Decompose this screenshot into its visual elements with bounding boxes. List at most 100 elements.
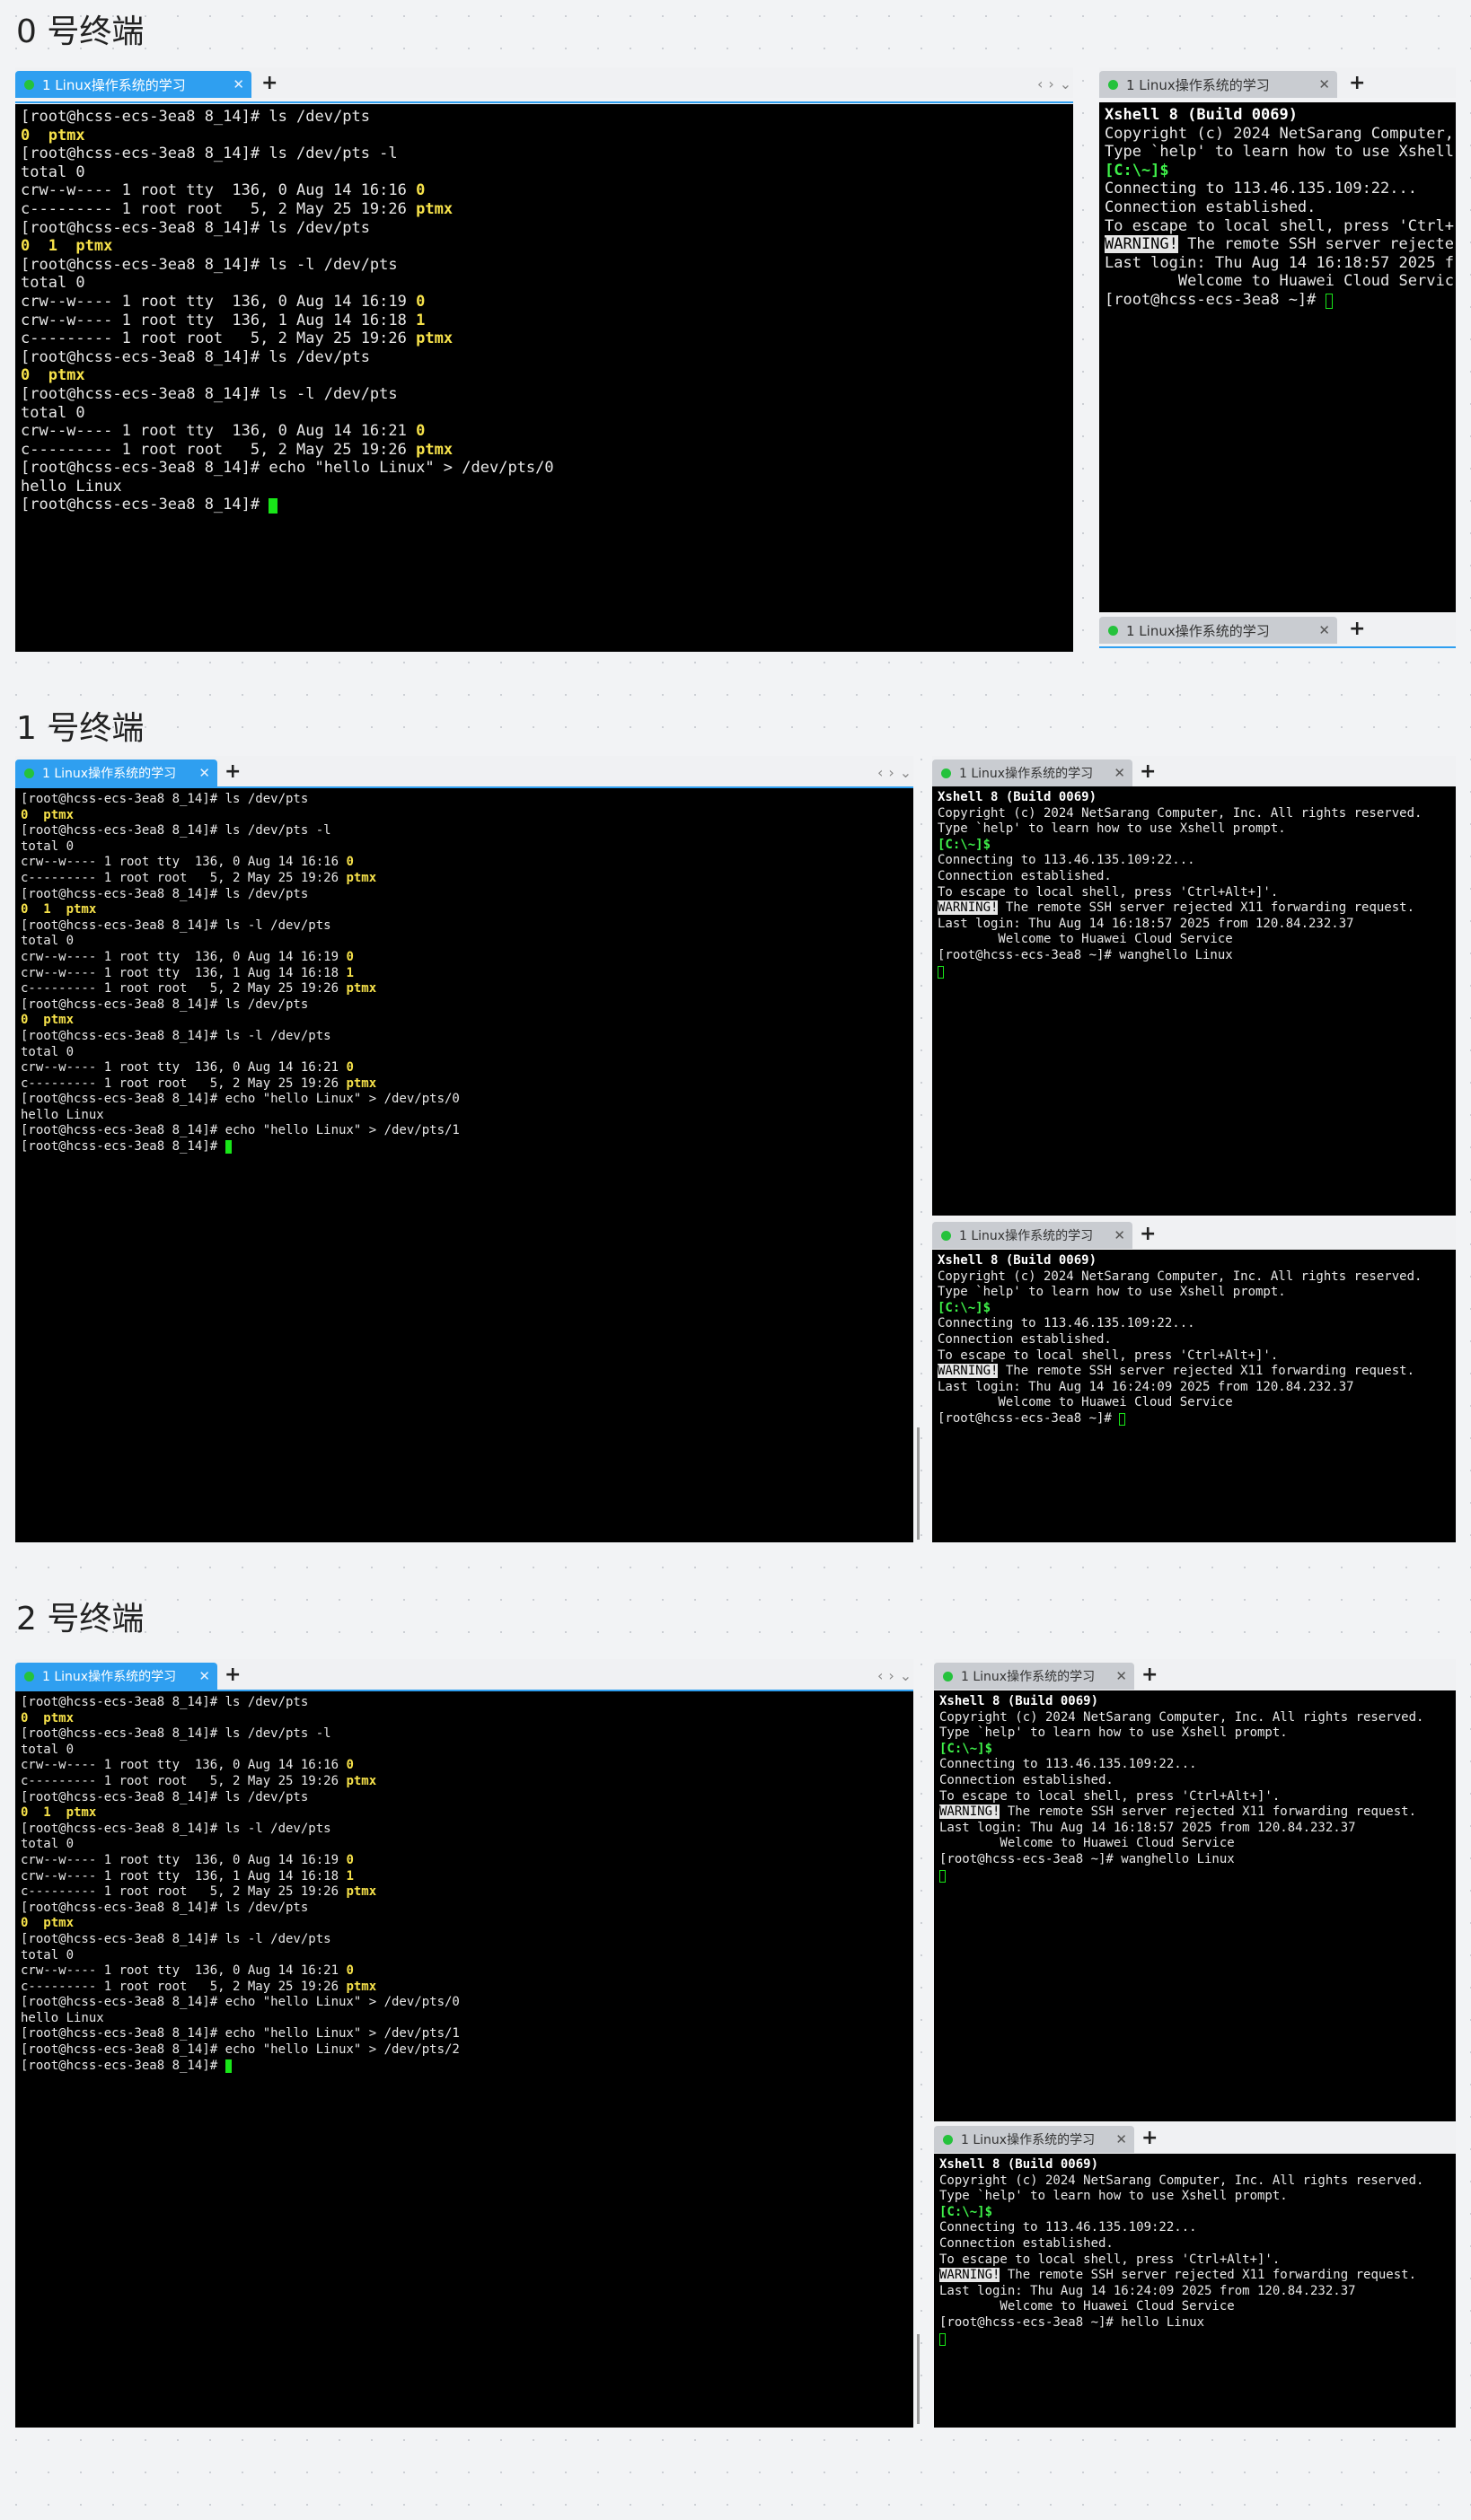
terminal-line: c--------- 1 root root 5, 2 May 25 19:26… xyxy=(21,199,454,218)
session-dot-icon xyxy=(943,2134,953,2145)
terminal-line: total 0 xyxy=(21,1044,75,1059)
plus-icon[interactable]: + xyxy=(225,762,241,782)
s0-right-tabbar: 1 Linux操作系统的学习 ✕ + xyxy=(1099,67,1456,98)
terminal-line: [root@hcss-ecs-3ea8 8_14]# ls /dev/pts xyxy=(21,108,370,126)
terminal-line: Xshell 8 (Build 0069) xyxy=(938,790,1097,804)
terminal-line: 0 1 ptmx xyxy=(21,1805,97,1821)
terminal-line: [root@hcss-ecs-3ea8 8_14]# xyxy=(21,2059,460,2075)
s1-rb-output: Xshell 8 (Build 0069) Copyright (c) 2024 … xyxy=(938,1253,1422,1427)
s0-left-terminal[interactable]: [root@hcss-ecs-3ea8 8_14]# ls /dev/pts 0 … xyxy=(15,104,1073,652)
s2-rb-tab[interactable]: 1 Linux操作系统的学习 ✕ xyxy=(934,2126,1134,2153)
s2-left-terminal[interactable]: [root@hcss-ecs-3ea8 8_14]# ls /dev/pts 0 … xyxy=(15,1691,913,2428)
terminal-line: WARNING! The remote SSH server rejected … xyxy=(938,900,1415,916)
close-icon[interactable]: ✕ xyxy=(198,1668,210,1684)
cursor xyxy=(939,1869,946,1883)
terminal-line: Connection established. xyxy=(1105,198,1317,216)
cursor xyxy=(939,2332,946,2346)
close-icon[interactable]: ✕ xyxy=(1318,76,1330,92)
terminal-line: crw--w---- 1 root tty 136, 0 Aug 14 16:1… xyxy=(21,1852,354,1867)
terminal-line: [root@hcss-ecs-3ea8 8_14]# xyxy=(21,1139,460,1155)
s2-rt-terminal[interactable]: Xshell 8 (Build 0069) Copyright (c) 2024 … xyxy=(934,1690,1456,2121)
terminal-line: 0 ptmx xyxy=(21,1013,75,1028)
s0-right-tab[interactable]: 1 Linux操作系统的学习 ✕ xyxy=(1099,71,1337,98)
terminal-line: To escape to local shell, press 'Ctrl+Al… xyxy=(939,2252,1281,2267)
terminal-line: crw--w---- 1 root tty 136, 0 Aug 14 16:2… xyxy=(21,422,426,441)
s2-left-output: [root@hcss-ecs-3ea8 8_14]# ls /dev/pts 0 … xyxy=(21,1695,460,2074)
terminal-line: [root@hcss-ecs-3ea8 8_14]# xyxy=(21,496,554,514)
terminal-line: c--------- 1 root root 5, 2 May 25 19:26… xyxy=(21,1884,377,1900)
terminal-line: hello Linux xyxy=(21,2010,104,2025)
s0-left-tabbar: 1 Linux操作系统的学习 ✕ + ‹›⌄ xyxy=(15,67,1073,98)
terminal-line: c--------- 1 root root 5, 2 May 25 19:26… xyxy=(21,1979,377,1994)
close-icon[interactable]: ✕ xyxy=(1115,2131,1127,2147)
s1-left-terminal[interactable]: [root@hcss-ecs-3ea8 8_14]# ls /dev/pts 0 … xyxy=(15,788,913,1542)
s1-rb-tab[interactable]: 1 Linux操作系统的学习 ✕ xyxy=(932,1222,1132,1249)
terminal-line: Connecting to 113.46.135.109:22... xyxy=(939,2220,1197,2235)
close-icon[interactable]: ✕ xyxy=(1115,1668,1127,1684)
terminal-line: WARNING! The remote SSH server rejecte xyxy=(1105,235,1454,254)
plus-icon[interactable]: + xyxy=(1349,74,1365,93)
s2-rb-terminal[interactable]: Xshell 8 (Build 0069) Copyright (c) 2024 … xyxy=(934,2154,1456,2428)
s1-rt-tab[interactable]: 1 Linux操作系统的学习 ✕ xyxy=(932,760,1132,786)
session-dot-icon xyxy=(941,1230,951,1241)
tab-label: 1 Linux操作系统的学习 xyxy=(1126,76,1270,93)
s1-rt-terminal[interactable]: Xshell 8 (Build 0069) Copyright (c) 2024 … xyxy=(932,786,1456,1216)
terminal-line: [root@hcss-ecs-3ea8 ~]# xyxy=(1105,291,1454,310)
tab-label: 1 Linux操作系统的学习 xyxy=(961,1670,1096,1684)
terminal-line: Type `help' to learn how to use Xshell p… xyxy=(939,2189,1288,2204)
terminal-line: WARNING! The remote SSH server rejected … xyxy=(938,1364,1415,1379)
cursor xyxy=(269,497,277,514)
s2-left-tabbar: 1 Linux操作系统的学习 ✕ + ‹›⌄ xyxy=(15,1659,913,1690)
s1-rb-terminal[interactable]: Xshell 8 (Build 0069) Copyright (c) 2024 … xyxy=(932,1250,1456,1542)
close-icon[interactable]: ✕ xyxy=(233,76,244,92)
close-icon[interactable]: ✕ xyxy=(198,765,210,781)
s0-right2-tab[interactable]: 1 Linux操作系统的学习 ✕ xyxy=(1099,617,1337,644)
chevron-icons[interactable]: ‹›⌄ xyxy=(1037,75,1077,92)
chevron-icons[interactable]: ‹›⌄ xyxy=(877,764,917,781)
terminal-line: [root@hcss-ecs-3ea8 8_14]# ls /dev/pts xyxy=(21,886,309,901)
s2-left-tab[interactable]: 1 Linux操作系统的学习 ✕ xyxy=(15,1663,217,1690)
plus-icon[interactable]: + xyxy=(261,74,277,93)
close-icon[interactable]: ✕ xyxy=(1114,765,1125,781)
terminal-line: [root@hcss-ecs-3ea8 8_14]# echo "hello L… xyxy=(21,1092,460,1107)
session-dot-icon xyxy=(24,79,34,90)
plus-icon[interactable]: + xyxy=(1141,1665,1158,1685)
s2-rt-tab[interactable]: 1 Linux操作系统的学习 ✕ xyxy=(934,1663,1134,1690)
terminal-line: [C:\~]$ xyxy=(939,2204,993,2219)
tab-label: 1 Linux操作系统的学习 xyxy=(42,76,186,93)
tab-label: 1 Linux操作系统的学习 xyxy=(959,767,1094,781)
session-dot-icon xyxy=(941,768,951,778)
s1-left-tab[interactable]: 1 Linux操作系统的学习 ✕ xyxy=(15,760,217,786)
terminal-line: hello Linux xyxy=(21,477,122,496)
terminal-line: Copyright (c) 2024 NetSarang Computer, I… xyxy=(939,1709,1424,1725)
s2-left-scrollbar[interactable] xyxy=(917,2334,920,2424)
plus-icon[interactable]: + xyxy=(1140,762,1156,782)
close-icon[interactable]: ✕ xyxy=(1114,1227,1125,1243)
plus-icon[interactable]: + xyxy=(1140,1225,1156,1244)
terminal-line: total 0 xyxy=(21,1947,75,1962)
s2-rt-output: Xshell 8 (Build 0069) Copyright (c) 2024 … xyxy=(939,1694,1423,1883)
terminal-line: 0 1 ptmx xyxy=(21,237,113,256)
terminal-line: total 0 xyxy=(21,403,85,422)
terminal-line: crw--w---- 1 root tty 136, 0 Aug 14 16:1… xyxy=(21,181,426,200)
s0-left-tab[interactable]: 1 Linux操作系统的学习 ✕ xyxy=(15,71,251,98)
terminal-line: To escape to local shell, press 'Ctrl+Al… xyxy=(938,884,1279,900)
terminal-line: [root@hcss-ecs-3ea8 8_14]# ls /dev/pts -… xyxy=(21,145,398,163)
s0-left-accent xyxy=(15,101,1073,103)
tab-label: 1 Linux操作系统的学习 xyxy=(959,1229,1094,1243)
terminal-line: [root@hcss-ecs-3ea8 8_14]# ls -l /dev/pt… xyxy=(21,1931,331,1946)
terminal-line: [root@hcss-ecs-3ea8 8_14]# ls -l /dev/pt… xyxy=(21,384,398,403)
terminal-line: Copyright (c) 2024 NetSarang Computer, I… xyxy=(939,2173,1424,2188)
s0-right-terminal[interactable]: Xshell 8 (Build 0069) Copyright (c) 2024 … xyxy=(1099,102,1456,612)
terminal-line: crw--w---- 1 root tty 136, 0 Aug 14 16:1… xyxy=(21,292,426,311)
close-icon[interactable]: ✕ xyxy=(1318,622,1330,638)
plus-icon[interactable]: + xyxy=(225,1665,241,1685)
plus-icon[interactable]: + xyxy=(1349,619,1365,639)
plus-icon[interactable]: + xyxy=(1141,2129,1158,2148)
s1-left-scrollbar[interactable] xyxy=(917,1427,920,1540)
terminal-line: [root@hcss-ecs-3ea8 ~]# wanghello Linux xyxy=(939,1851,1235,1866)
terminal-line: c--------- 1 root root 5, 2 May 25 19:26… xyxy=(21,1076,377,1091)
chevron-icons[interactable]: ‹›⌄ xyxy=(877,1667,917,1684)
cursor xyxy=(1119,1412,1126,1426)
terminal-line: [root@hcss-ecs-3ea8 ~]# wanghello Linux xyxy=(938,947,1233,962)
